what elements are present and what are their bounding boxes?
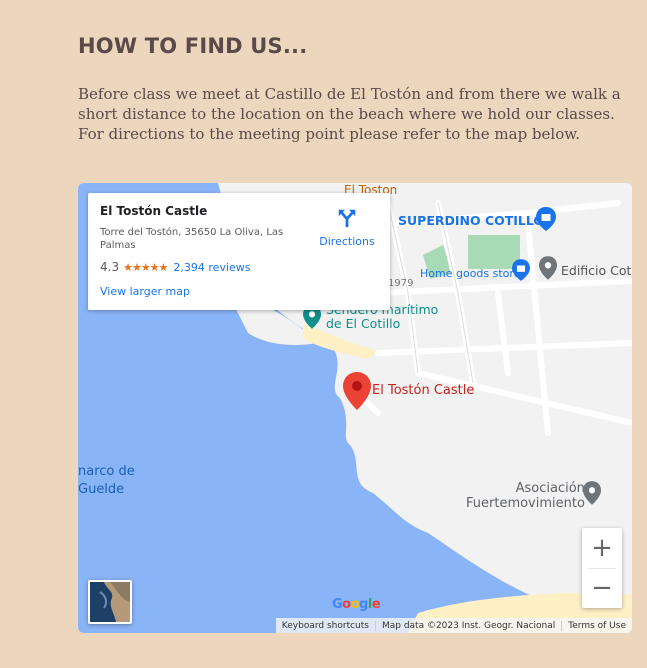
poi-asociacion-label[interactable]: Asociación Fuertemovimiento <box>466 481 585 511</box>
poi-edificio-label[interactable]: Edificio Cot <box>561 263 631 278</box>
place-address: Torre del Tostón, 35650 La Oliva, Las Pa… <box>100 227 284 251</box>
castle-location-pin-icon[interactable] <box>343 372 371 410</box>
asociacion-pin-icon[interactable] <box>583 481 601 505</box>
zoom-in-button[interactable]: + <box>582 528 622 568</box>
intro-paragraph: Before class we meet at Castillo de El T… <box>78 85 621 143</box>
logo-letter: G <box>332 597 343 612</box>
logo-letter: e <box>371 597 381 612</box>
poi-home-goods-label[interactable]: Home goods store <box>420 267 520 280</box>
map-attribution-bar: Keyboard shortcuts Map data ©2023 Inst. … <box>275 618 632 633</box>
zoom-divider <box>588 568 616 569</box>
logo-letter: g <box>359 597 368 612</box>
poi-superdino-label[interactable]: SUPERDINO COTILLO <box>398 213 544 228</box>
satellite-layer-thumbnail-icon <box>90 582 130 622</box>
rating-stars-icon: ★★★★★ <box>123 260 168 274</box>
logo-letter: o <box>350 597 360 612</box>
castle-map-label[interactable]: El Tostón Castle <box>372 383 474 398</box>
keyboard-shortcuts-link[interactable]: Keyboard shortcuts <box>276 621 375 631</box>
shopping-bag-pin-icon[interactable] <box>536 207 556 231</box>
directions-label: Directions <box>319 235 375 248</box>
place-info-card: El Tostón Castle Torre del Tostón, 35650… <box>88 193 390 310</box>
satellite-layer-toggle[interactable] <box>88 580 132 624</box>
terms-of-use-link[interactable]: Terms of Use <box>561 620 632 631</box>
place-rating-row: 4.3 ★★★★★ 2,394 reviews <box>100 260 251 274</box>
view-larger-map-link[interactable]: View larger map <box>100 285 190 298</box>
place-title: El Tostón Castle <box>100 204 208 218</box>
reviews-link[interactable]: 2,394 reviews <box>173 261 250 274</box>
road-number-label: 1979 <box>388 278 414 289</box>
logo-letter: o <box>342 597 351 612</box>
water-place-label: narco de Guelde <box>78 464 135 497</box>
zoom-out-button[interactable]: − <box>582 568 622 608</box>
directions-icon <box>338 209 356 228</box>
embedded-map[interactable]: El Toston SUPERDINO COTILLO Home goods s… <box>78 183 632 633</box>
google-logo: Google <box>332 597 381 612</box>
map-data-text: Map data ©2023 Inst. Geogr. Nacional <box>374 620 561 631</box>
section-title: HOW TO FIND US... <box>78 34 308 58</box>
directions-button[interactable]: Directions <box>314 207 380 248</box>
home-goods-pin-icon[interactable] <box>512 259 530 281</box>
zoom-control: + − <box>582 528 622 608</box>
generic-place-pin-icon[interactable] <box>539 256 557 280</box>
rating-value: 4.3 <box>100 260 120 274</box>
